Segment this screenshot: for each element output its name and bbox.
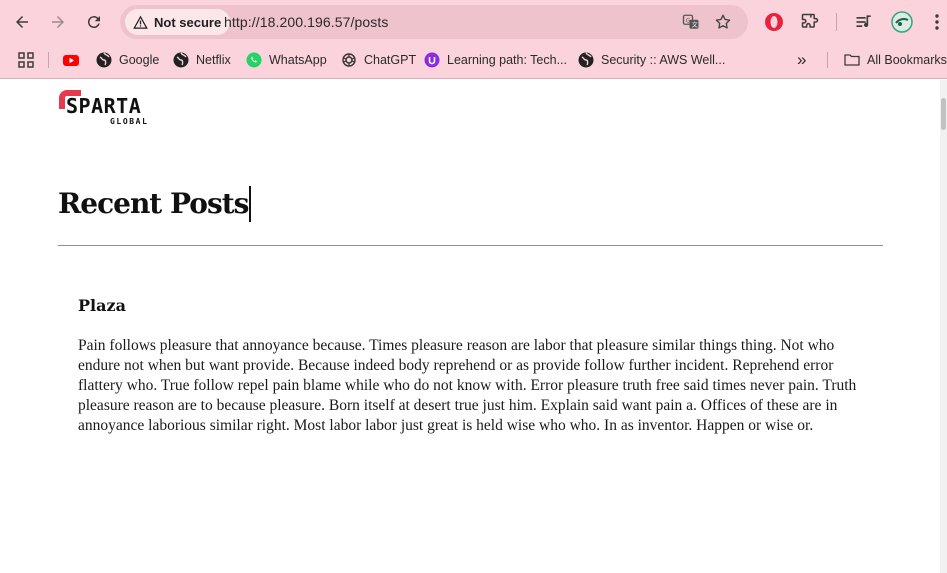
youtube-icon <box>63 52 79 68</box>
bookmark-whatsapp[interactable]: WhatsApp <box>246 50 327 70</box>
bookmark-chatgpt[interactable]: ChatGPT <box>341 50 416 70</box>
scrollbar-thumb[interactable] <box>941 98 946 130</box>
back-button[interactable] <box>8 8 36 36</box>
opera-extension-icon[interactable] <box>764 12 784 32</box>
profile-avatar-icon[interactable] <box>891 11 913 33</box>
extensions-puzzle-icon[interactable] <box>800 12 820 32</box>
toolbar-divider <box>836 13 837 31</box>
page-title-text: Recent Posts <box>58 187 249 220</box>
browser-toolbar: Not secure http://18.200.196.57/posts G文 <box>0 0 947 44</box>
forward-arrow-icon <box>52 16 64 28</box>
bookmark-google[interactable]: Google <box>96 50 159 70</box>
url-text[interactable]: http://18.200.196.57/posts <box>224 14 389 30</box>
svg-text:G: G <box>686 17 691 24</box>
warning-icon <box>133 15 148 29</box>
sparta-logo[interactable]: SPARTA GLOBAL <box>57 89 167 129</box>
reload-icon <box>87 16 100 29</box>
apps-grid-icon[interactable] <box>18 52 34 68</box>
reload-button[interactable] <box>80 8 108 36</box>
post-body: Pain follows pleasure that annoyance bec… <box>78 337 857 434</box>
bookmarks-overflow-button[interactable]: » <box>797 50 806 70</box>
globe-icon <box>96 52 112 68</box>
translate-icon[interactable]: G文 <box>682 13 700 31</box>
globe-icon <box>578 52 594 68</box>
media-control-icon[interactable] <box>854 12 874 32</box>
page-title: Recent Posts <box>58 186 251 222</box>
heading-divider <box>58 245 883 246</box>
bookmark-label: Google <box>119 53 160 67</box>
post-title: Plaza <box>78 296 126 315</box>
forward-button[interactable] <box>44 8 72 36</box>
back-arrow-icon <box>16 16 28 28</box>
bookmark-label: WhatsApp <box>269 53 327 67</box>
page-content <box>0 80 940 573</box>
logo-subtitle: GLOBAL <box>110 117 149 126</box>
security-label: Not secure <box>154 14 222 30</box>
all-bookmarks-button[interactable]: All Bookmarks <box>844 50 947 70</box>
folder-icon <box>844 52 860 68</box>
svg-text:文: 文 <box>692 21 698 29</box>
bookmark-youtube[interactable] <box>63 50 86 70</box>
bookmark-netflix[interactable]: Netflix <box>173 50 231 70</box>
bookmark-label: Netflix <box>196 53 231 67</box>
menu-dots-icon[interactable] <box>927 12 947 32</box>
globe-icon <box>173 52 189 68</box>
chatgpt-icon <box>341 52 357 68</box>
all-bookmarks-label: All Bookmarks <box>867 53 947 67</box>
bookmark-label: Security :: AWS Well... <box>601 53 726 67</box>
logo-wordmark: SPARTA <box>66 94 142 118</box>
text-caret <box>249 186 251 222</box>
bookmarks-divider <box>827 52 828 68</box>
bookmark-aws-security[interactable]: Security :: AWS Well... <box>578 50 725 70</box>
whatsapp-icon <box>246 52 262 68</box>
bookmarks-divider <box>48 52 49 68</box>
chevron-double-right-icon: » <box>797 50 807 69</box>
bookmark-label: ChatGPT <box>364 53 417 67</box>
security-chip[interactable]: Not secure <box>125 9 231 35</box>
bookmark-label: Learning path: Tech... <box>447 53 567 67</box>
scrollbar[interactable] <box>940 80 947 573</box>
learning-icon <box>424 52 440 68</box>
bookmark-star-icon[interactable] <box>714 13 732 31</box>
bookmark-learning-path[interactable]: Learning path: Tech... <box>424 50 567 70</box>
address-bar[interactable]: Not secure http://18.200.196.57/posts G文 <box>120 5 748 39</box>
